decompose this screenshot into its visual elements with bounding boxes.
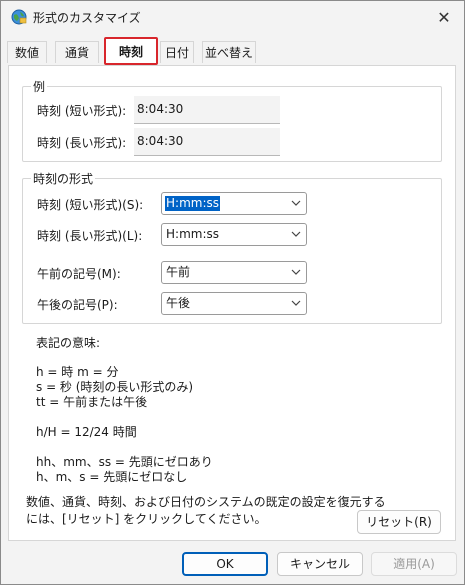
globe-icon	[11, 9, 27, 25]
tab-strip: 数値 通貨 時刻 日付 並べ替え	[7, 37, 457, 65]
example-short-label: 時刻 (短い形式):	[37, 104, 127, 118]
am-symbol-combo[interactable]: 午前	[161, 261, 307, 284]
pm-symbol-combo[interactable]: 午後	[161, 292, 307, 315]
time-format-group-label: 時刻の形式	[31, 170, 96, 187]
reset-description-1: 数値、通貨、時刻、および日付のシステムの既定の設定を復元する	[26, 495, 386, 509]
notation-line-3: tt = 午前または午後	[36, 395, 148, 409]
notation-heading: 表記の意味:	[36, 336, 101, 350]
notation-line-1: h = 時 m = 分	[36, 365, 119, 379]
example-group-label: 例	[31, 78, 48, 95]
short-format-label: 時刻 (短い形式)(S):	[37, 198, 144, 212]
window-title: 形式のカスタマイズ	[33, 11, 141, 25]
customize-format-dialog: 形式のカスタマイズ ✕ 数値 通貨 時刻 日付 並べ替え 例 時刻 (短い形式)…	[0, 0, 465, 585]
notation-line-6: h、m、s = 先頭にゼロなし	[36, 470, 188, 484]
tab-number[interactable]: 数値	[7, 41, 47, 63]
example-long-value: 8:04:30	[134, 128, 280, 156]
tab-currency[interactable]: 通貨	[55, 41, 99, 63]
am-symbol-label: 午前の記号(M):	[37, 267, 121, 281]
long-format-combo[interactable]: H:mm:ss	[161, 223, 307, 246]
close-icon: ✕	[437, 7, 451, 27]
tab-time[interactable]: 時刻	[104, 37, 158, 65]
apply-button[interactable]: 適用(A)	[371, 552, 457, 576]
reset-button[interactable]: リセット(R)	[357, 510, 441, 534]
reset-description-2: には、[リセット] をクリックしてください。	[26, 512, 267, 526]
long-format-label: 時刻 (長い形式)(L):	[37, 229, 143, 243]
chevron-down-icon	[291, 300, 301, 306]
notation-line-2: s = 秒 (時刻の長い形式のみ)	[36, 380, 194, 394]
notation-line-4: h/H = 12/24 時間	[36, 425, 137, 439]
ok-button[interactable]: OK	[182, 552, 268, 576]
tab-date[interactable]: 日付	[160, 41, 194, 63]
tab-sort[interactable]: 並べ替え	[202, 41, 256, 63]
example-group: 例 時刻 (短い形式): 8:04:30 時刻 (長い形式): 8:04:30	[22, 78, 442, 162]
chevron-down-icon	[291, 269, 301, 275]
am-symbol-value: 午前	[166, 265, 191, 279]
long-format-value: H:mm:ss	[166, 227, 219, 241]
example-short-value: 8:04:30	[134, 96, 280, 124]
time-tab-panel: 例 時刻 (短い形式): 8:04:30 時刻 (長い形式): 8:04:30 …	[8, 65, 456, 541]
chevron-down-icon	[291, 200, 301, 206]
notation-line-5: hh、mm、ss = 先頭にゼロあり	[36, 455, 213, 469]
close-button[interactable]: ✕	[428, 3, 460, 31]
example-long-label: 時刻 (長い形式):	[37, 136, 127, 150]
time-format-group: 時刻の形式 時刻 (短い形式)(S): H:mm:ss 時刻 (長い形式)(L)…	[22, 170, 442, 324]
chevron-down-icon	[291, 231, 301, 237]
pm-symbol-label: 午後の記号(P):	[37, 298, 118, 312]
title-bar: 形式のカスタマイズ ✕	[1, 1, 464, 33]
pm-symbol-value: 午後	[166, 296, 191, 310]
short-format-combo[interactable]: H:mm:ss	[161, 192, 307, 215]
cancel-button[interactable]: キャンセル	[277, 552, 363, 576]
short-format-value: H:mm:ss	[165, 196, 220, 211]
